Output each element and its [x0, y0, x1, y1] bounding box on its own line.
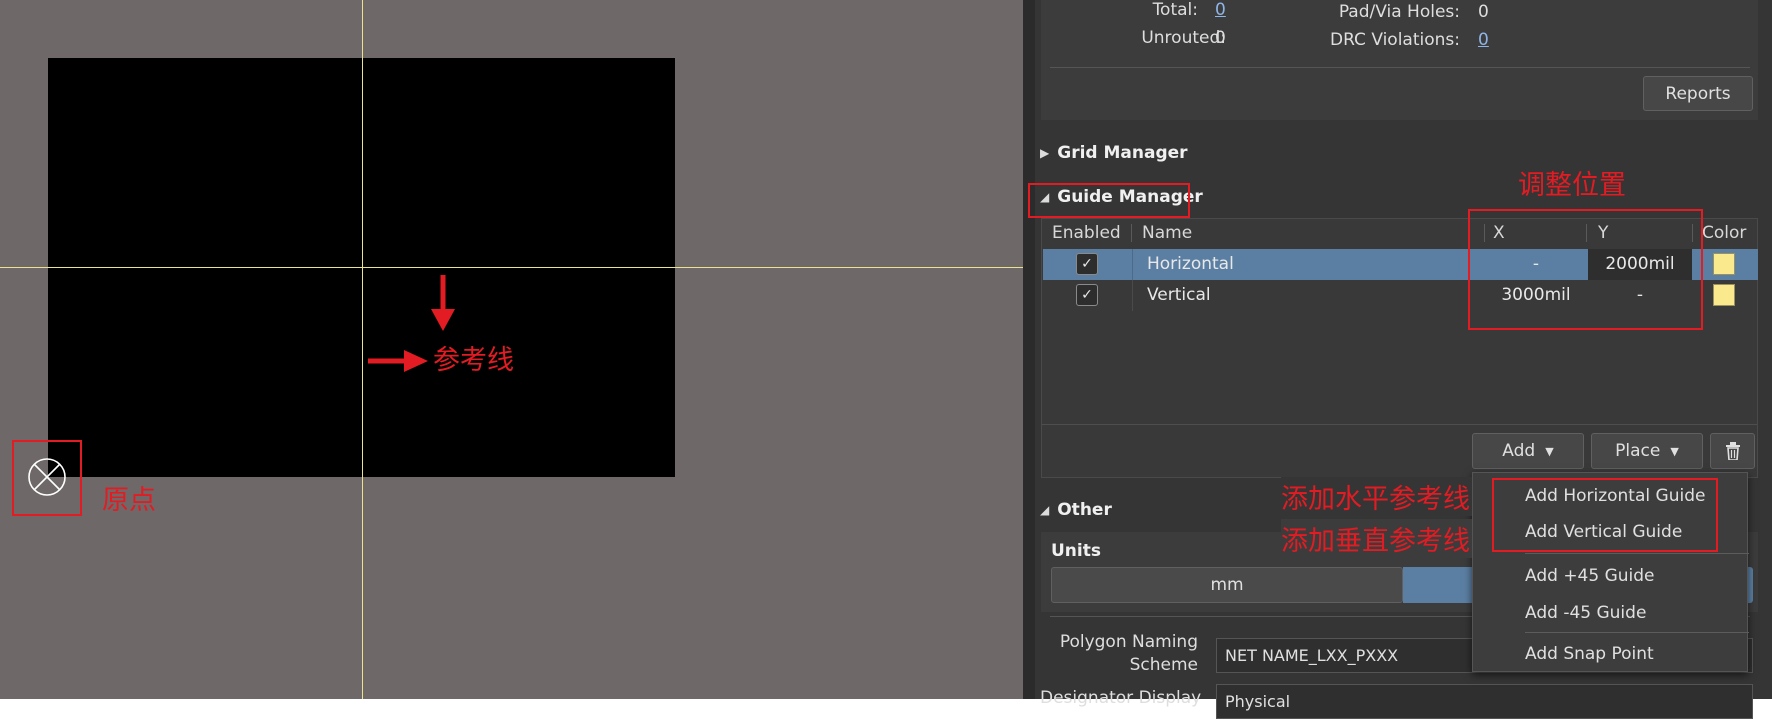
cell-separator [1132, 280, 1133, 311]
grid-manager-header[interactable]: ▶ Grid Manager [1040, 143, 1188, 163]
other-title: Other [1057, 500, 1112, 520]
check-icon: ✓ [1076, 284, 1098, 306]
check-icon: ✓ [1076, 253, 1098, 275]
drc-violations-link[interactable]: 0 [1478, 30, 1489, 50]
polygon-naming-label-line1: Polygon Naming [1059, 632, 1198, 652]
menu-item-add-minus45-guide[interactable]: Add -45 Guide [1525, 598, 1646, 628]
total-label: Total: [1152, 0, 1198, 20]
add-guide-highlight-box [1492, 478, 1718, 552]
guide-color-swatch[interactable] [1713, 284, 1735, 306]
units-mm-option[interactable]: mm [1051, 567, 1403, 603]
add-button-label: Add [1502, 441, 1536, 461]
cell-separator [1132, 249, 1133, 280]
annotation-adjust-position: 调整位置 [1518, 170, 1626, 201]
annotation-add-horizontal: 添加水平参考线 [1281, 477, 1472, 516]
designator-display-label: Designator Display [1040, 688, 1202, 708]
column-header-enabled[interactable]: Enabled [1052, 219, 1121, 248]
chevron-down-icon: ▼ [1670, 444, 1679, 458]
collapsed-triangle-icon: ▶ [1040, 146, 1050, 160]
unrouted-value: 0 [1215, 28, 1226, 48]
pcb-canvas[interactable]: 原点 参考线 [0, 0, 1023, 699]
grid-manager-title: Grid Manager [1057, 143, 1188, 163]
annotation-add-vertical: 添加垂直参考线 [1281, 519, 1472, 558]
guide-name-cell[interactable]: Horizontal [1147, 249, 1234, 280]
enabled-checkbox[interactable]: ✓ [1076, 284, 1098, 306]
place-button[interactable]: Place ▼ [1591, 433, 1703, 469]
arrow-down-icon [431, 275, 455, 331]
panel-gutter [1023, 0, 1035, 699]
xy-highlight-box [1468, 209, 1703, 330]
pad-via-holes-value: 0 [1478, 2, 1489, 22]
designator-display-select[interactable]: Physical [1216, 684, 1753, 719]
column-header-color[interactable]: Color [1702, 219, 1746, 248]
total-value-link[interactable]: 0 [1215, 0, 1226, 20]
units-label: Units [1051, 541, 1101, 561]
guide-color-swatch[interactable] [1713, 253, 1735, 275]
add-button[interactable]: Add ▼ [1472, 433, 1584, 469]
other-header[interactable]: ◢ Other [1040, 500, 1112, 520]
menu-item-add-snap-point[interactable]: Add Snap Point [1525, 639, 1654, 669]
unrouted-label: Unrouted: [1141, 28, 1226, 48]
chevron-down-icon: ▼ [1545, 444, 1554, 458]
horizontal-guide-line[interactable] [0, 267, 1023, 268]
polygon-naming-label: Polygon Naming Scheme [1050, 631, 1198, 677]
polygon-naming-label-line2: Scheme [1129, 655, 1198, 675]
delete-guide-button[interactable] [1710, 433, 1755, 469]
menu-separator [1525, 553, 1749, 554]
guide-name-cell[interactable]: Vertical [1147, 280, 1211, 311]
guide-manager-highlight-box [1028, 183, 1190, 218]
drc-violations-label: DRC Violations: [1330, 30, 1460, 50]
reports-button[interactable]: Reports [1643, 76, 1753, 111]
annotation-reference-line: 参考线 [433, 345, 514, 376]
menu-item-add-plus45-guide[interactable]: Add +45 Guide [1525, 561, 1655, 591]
annotation-origin: 原点 [102, 485, 156, 516]
column-separator [1131, 224, 1132, 242]
arrow-right-icon [368, 350, 428, 372]
expanded-triangle-icon: ◢ [1040, 503, 1050, 517]
vertical-guide-line[interactable] [362, 0, 363, 699]
pad-via-holes-label: Pad/Via Holes: [1338, 2, 1460, 22]
table-footer-divider [1042, 424, 1757, 425]
menu-separator [1525, 632, 1749, 633]
place-button-label: Place [1615, 441, 1661, 461]
enabled-checkbox[interactable]: ✓ [1076, 253, 1098, 275]
divider [1050, 67, 1750, 68]
trash-icon [1725, 442, 1740, 460]
column-header-name[interactable]: Name [1142, 219, 1192, 248]
origin-highlight-box [12, 440, 82, 516]
